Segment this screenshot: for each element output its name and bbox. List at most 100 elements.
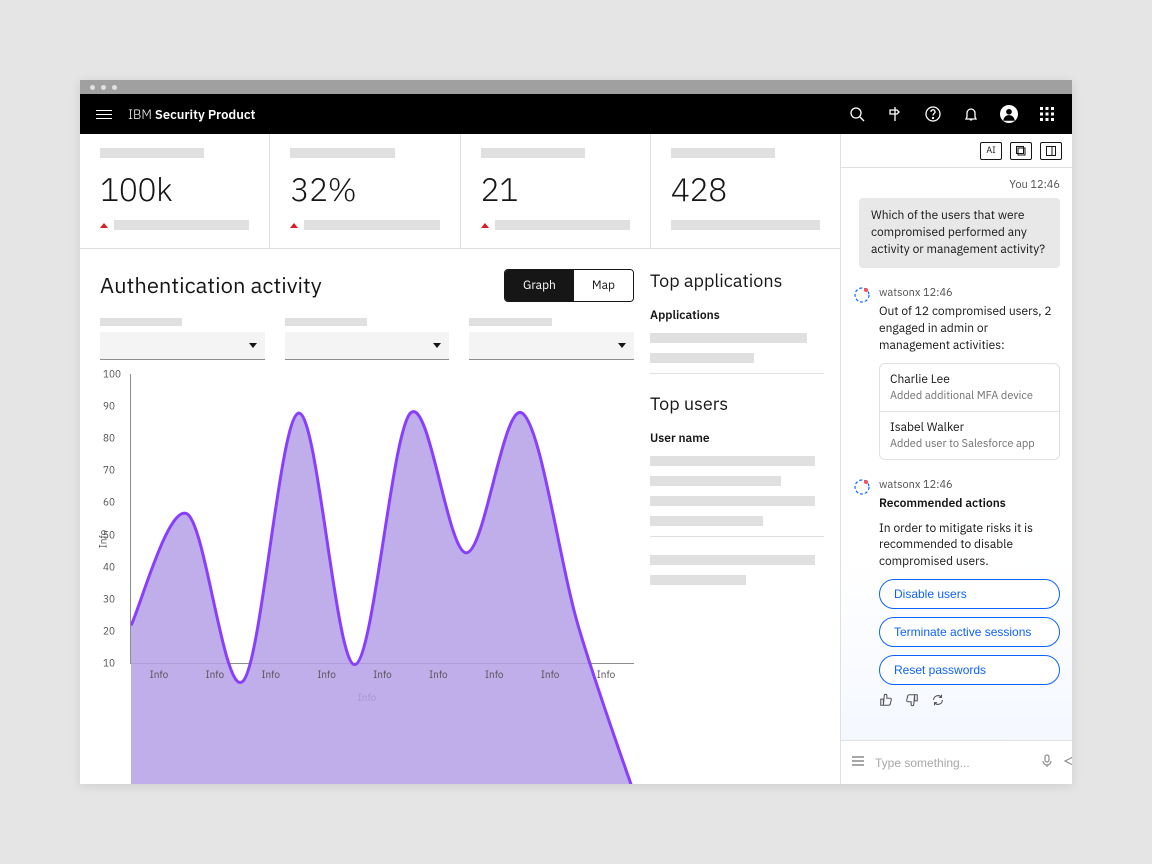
y-tick: 30 (103, 592, 115, 605)
kpi-row: 100k 32% 21 428 (80, 134, 840, 249)
kpi-value: 428 (671, 168, 820, 210)
x-tick: Info (317, 668, 335, 681)
signpost-icon[interactable] (886, 105, 904, 123)
chat-menu-icon[interactable] (851, 754, 865, 772)
x-tick: Info (261, 668, 279, 681)
brand-product: Security Product (155, 106, 255, 123)
watsonx-avatar-icon (853, 286, 871, 304)
view-toggle: Graph Map (504, 269, 634, 302)
list-item-skeleton (650, 575, 746, 585)
list-item-skeleton (650, 333, 807, 343)
user-card[interactable]: Isabel Walker Added user to Salesforce a… (880, 411, 1059, 459)
bell-icon[interactable] (962, 105, 980, 123)
card-sub: Added user to Salesforce app (890, 437, 1049, 451)
user-card-list: Charlie Lee Added additional MFA device … (879, 363, 1060, 460)
kpi-value: 32% (290, 168, 439, 210)
filter-row (100, 318, 634, 360)
action-terminate-sessions[interactable]: Terminate active sessions (879, 617, 1060, 647)
traffic-close-icon[interactable] (90, 85, 95, 90)
send-icon[interactable] (1064, 754, 1072, 772)
toggle-graph[interactable]: Graph (505, 270, 574, 301)
feedback-row (879, 693, 1060, 707)
kpi-card: 428 (651, 134, 840, 248)
kpi-sub-skeleton (304, 220, 439, 230)
card-sub: Added additional MFA device (890, 389, 1049, 403)
brand-prefix: IBM (128, 106, 152, 123)
topbar: IBM Security Product (80, 94, 1072, 134)
y-tick: 90 (103, 400, 115, 413)
y-tick: 40 (103, 560, 115, 573)
user-message: Which of the users that were compromised… (859, 198, 1060, 268)
kpi-sub-skeleton (114, 220, 249, 230)
kpi-label-skeleton (290, 148, 394, 158)
kpi-card: 100k (80, 134, 270, 248)
kpi-label-skeleton (100, 148, 204, 158)
y-tick: 10 (103, 657, 115, 670)
y-tick: 50 (103, 528, 115, 541)
action-disable-users[interactable]: Disable users (879, 579, 1060, 609)
filter-select[interactable] (469, 332, 634, 360)
regenerate-icon[interactable] (931, 693, 945, 707)
divider (650, 373, 824, 374)
top-apps-title: Top applications (650, 269, 824, 292)
list-item-skeleton (650, 476, 781, 486)
card-name: Isabel Walker (890, 420, 1049, 435)
chevron-down-icon (618, 343, 626, 348)
chat-panel: AI You 12:46 Which of the users that wer… (840, 134, 1072, 784)
auth-activity-section: Authentication activity Graph Map Info (80, 249, 650, 784)
x-tick: Info (373, 668, 391, 681)
bot-text: In order to mitigate risks it is recomme… (879, 521, 1060, 571)
kpi-sub-skeleton (495, 220, 630, 230)
bot-message: watsonx 12:46 Out of 12 compromised user… (853, 286, 1060, 463)
app-window: IBM Security Product (80, 80, 1072, 784)
y-tick: 70 (103, 464, 115, 477)
toggle-map[interactable]: Map (574, 270, 633, 301)
thumbs-up-icon[interactable] (879, 693, 893, 707)
traffic-min-icon[interactable] (101, 85, 106, 90)
bot-heading: Recommended actions (879, 496, 1060, 513)
mic-icon[interactable] (1040, 754, 1054, 772)
popout-icon[interactable] (1010, 142, 1032, 160)
x-tick: Info (597, 668, 615, 681)
auth-chart: Info Info 102030405060708090100InfoInfoI… (100, 374, 634, 704)
chevron-down-icon (433, 343, 441, 348)
x-tick: Info (206, 668, 224, 681)
chat-input[interactable] (875, 756, 1030, 770)
filter-select[interactable] (100, 332, 265, 360)
traffic-max-icon[interactable] (112, 85, 117, 90)
kpi-value: 100k (100, 168, 249, 210)
y-tick: 100 (103, 368, 121, 381)
collapse-panel-icon[interactable] (1040, 142, 1062, 160)
search-icon[interactable] (848, 105, 866, 123)
x-tick: Info (150, 668, 168, 681)
x-tick: Info (485, 668, 503, 681)
section-title: Authentication activity (100, 271, 322, 300)
list-item-skeleton (650, 555, 815, 565)
y-tick: 60 (103, 496, 115, 509)
user-card[interactable]: Charlie Lee Added additional MFA device (880, 364, 1059, 411)
top-users-title: Top users (650, 392, 824, 415)
bot-text: Out of 12 compromised users, 2 engaged i… (879, 304, 1060, 354)
filter-select[interactable] (285, 332, 450, 360)
menu-icon[interactable] (96, 110, 112, 119)
apps-icon[interactable] (1038, 105, 1056, 123)
bot-message: watsonx 12:46 Recommended actions In ord… (853, 478, 1060, 707)
list-item-skeleton (650, 353, 754, 363)
action-reset-passwords[interactable]: Reset passwords (879, 655, 1060, 685)
thumbs-down-icon[interactable] (905, 693, 919, 707)
trend-up-icon (290, 223, 298, 228)
trend-up-icon (100, 223, 108, 228)
help-icon[interactable] (924, 105, 942, 123)
kpi-label-skeleton (671, 148, 775, 158)
filter-label-skeleton (100, 318, 182, 326)
divider (650, 536, 824, 537)
filter-label-skeleton (469, 318, 551, 326)
chat-scroll[interactable]: You 12:46 Which of the users that were c… (841, 168, 1072, 740)
chart-area (131, 374, 634, 784)
brand-title: IBM Security Product (128, 106, 255, 123)
ai-badge-icon[interactable]: AI (980, 142, 1002, 160)
list-item-skeleton (650, 496, 815, 506)
watsonx-avatar-icon (853, 478, 871, 496)
x-tick: Info (541, 668, 559, 681)
user-icon[interactable] (1000, 105, 1018, 123)
